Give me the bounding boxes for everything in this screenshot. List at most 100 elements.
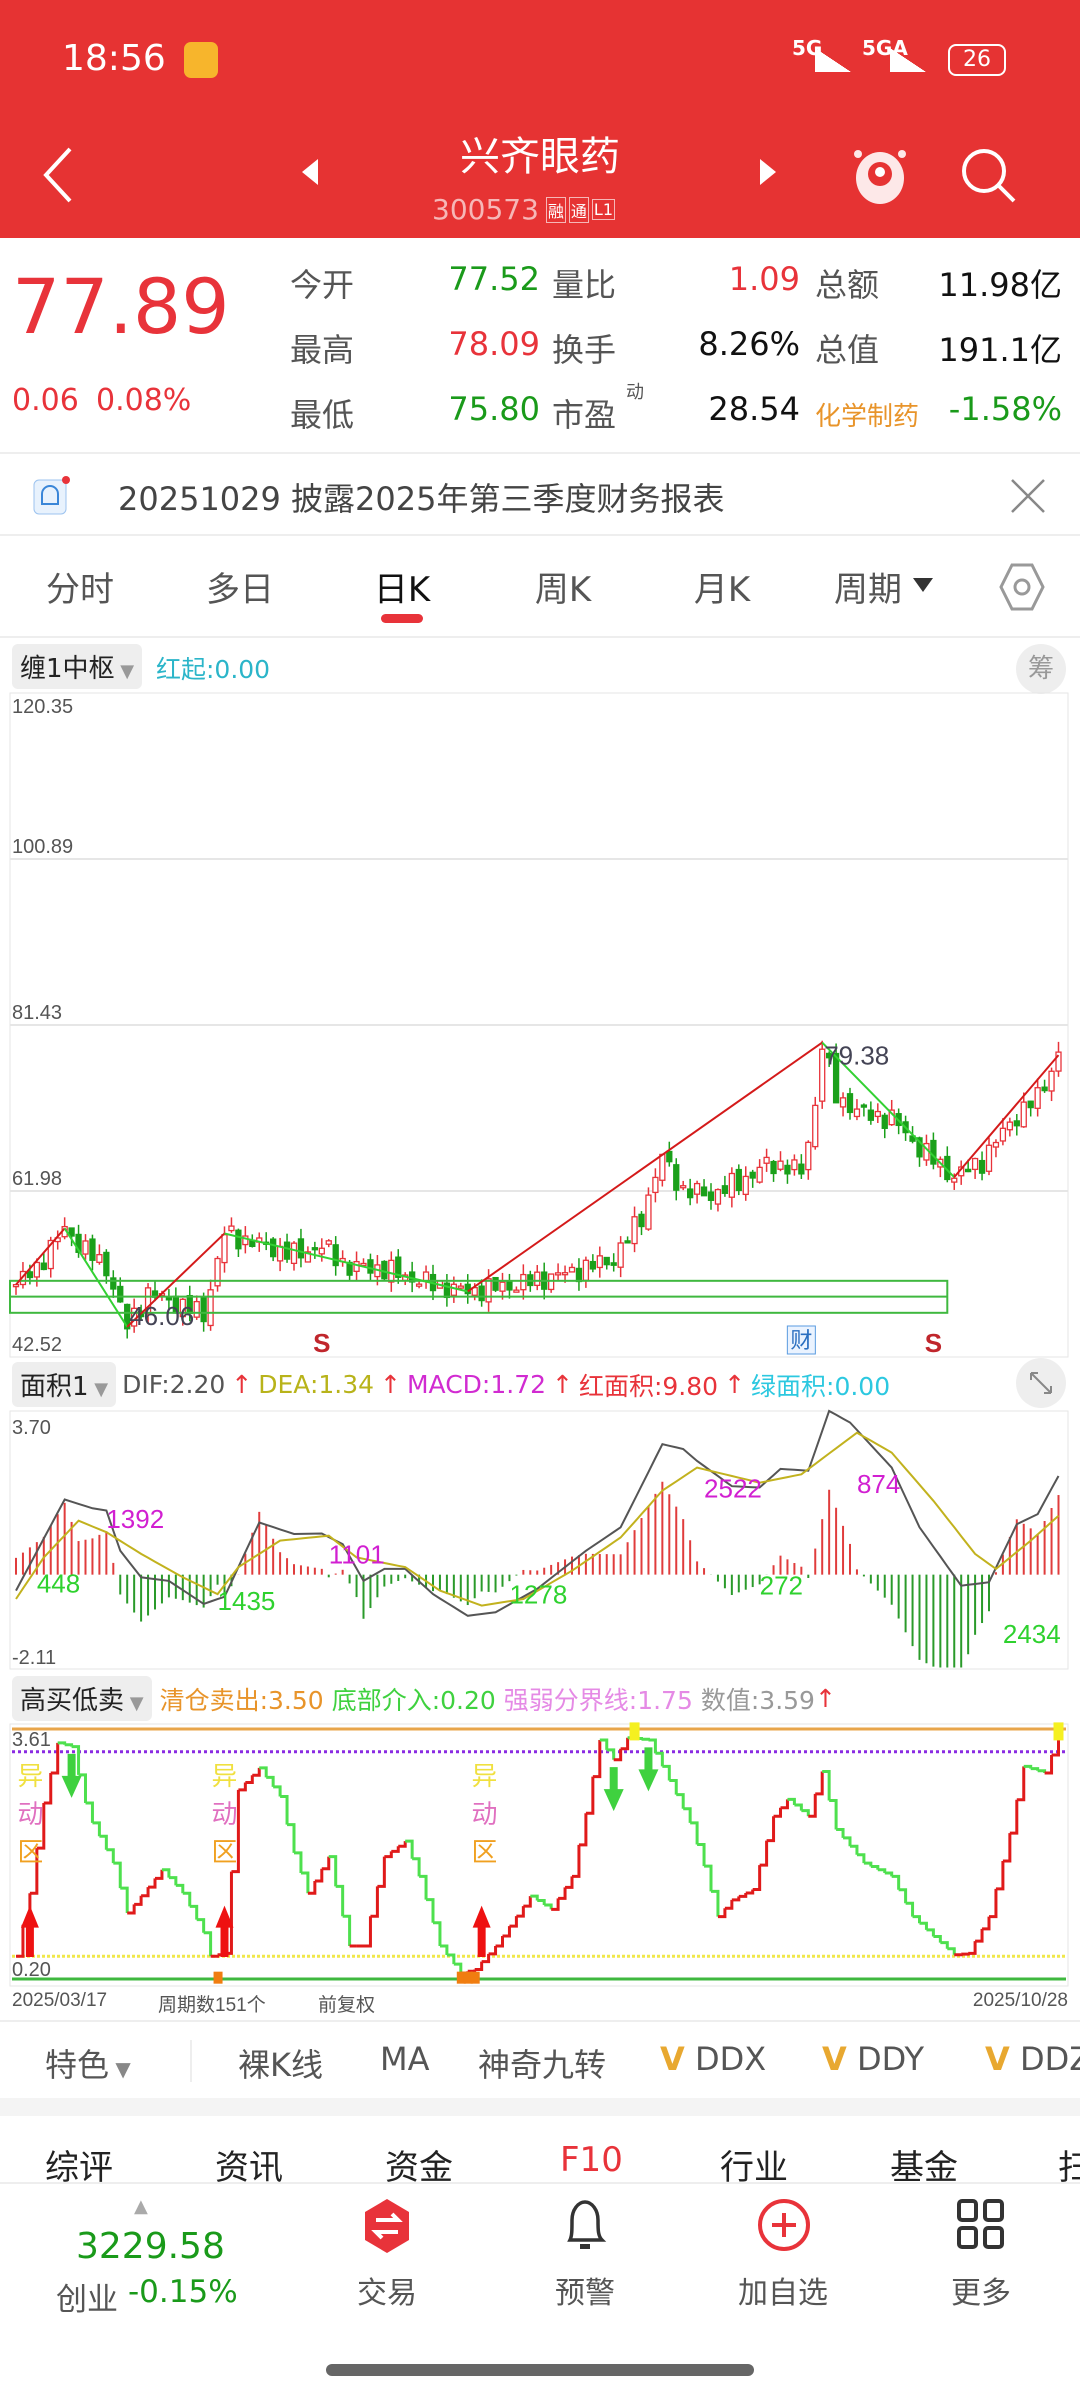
candle-body xyxy=(874,1110,881,1118)
pe-value: 28.54 xyxy=(708,390,800,428)
add-watchlist-icon[interactable] xyxy=(757,2198,811,2252)
trough-label: 46.06 xyxy=(129,1301,194,1331)
tab-intraday[interactable]: 分时 xyxy=(46,562,114,611)
candle-body xyxy=(228,1225,235,1232)
step-line-segment xyxy=(829,1798,838,1830)
price-chart[interactable]: 120.35 100.89 81.43 61.98 42.52 79.38 46.06 S 财 S xyxy=(0,690,1080,1360)
robot-assistant-icon[interactable] xyxy=(850,138,910,208)
signal-marker-s: S xyxy=(925,1328,942,1358)
expand-icon[interactable] xyxy=(1016,1358,1066,1408)
settings-icon[interactable] xyxy=(998,562,1046,612)
step-line-segment xyxy=(1030,1767,1040,1771)
tab-f10[interactable]: F10 xyxy=(560,2140,623,2180)
tab-industry[interactable]: 行业 xyxy=(720,2140,788,2182)
candle-body xyxy=(687,1188,694,1199)
step-line-segment xyxy=(287,1823,296,1853)
candle-body xyxy=(96,1253,103,1263)
period-count: 周期数151个 xyxy=(158,1995,266,2016)
sub-indicator-chart[interactable]: 3.61 0.20 xyxy=(0,1722,1080,1988)
step-line-segment xyxy=(738,1892,748,1898)
industry-link[interactable]: 化学制药 xyxy=(815,396,919,433)
candle-body xyxy=(666,1150,673,1163)
candle-body xyxy=(742,1175,749,1196)
step-line-segment xyxy=(16,1924,25,1958)
market-cap-label: 总值 xyxy=(815,331,880,369)
tab-fund[interactable]: 基金 xyxy=(890,2140,958,2182)
low-value: 75.80 xyxy=(448,390,540,428)
step-line-segment xyxy=(662,1764,671,1781)
zigzag-stroke xyxy=(953,1054,1060,1178)
step-line-segment xyxy=(655,1751,664,1767)
sub-indicator-header: 高买低卖 ▼ 清仓卖出:3.50 底部介入:0.20 强弱分界线:1.75 数值… xyxy=(12,1676,836,1721)
prev-stock-icon[interactable] xyxy=(300,157,320,187)
step-line-segment xyxy=(474,1961,484,1971)
candle-body xyxy=(235,1229,242,1250)
candle-body xyxy=(207,1289,214,1327)
last-price: 77.89 xyxy=(12,262,230,351)
candle-body xyxy=(881,1114,888,1129)
candle-body xyxy=(381,1260,388,1280)
feature-ddy[interactable]: V DDY xyxy=(822,2040,924,2078)
candle-body xyxy=(652,1176,659,1194)
bell-icon[interactable] xyxy=(562,2196,608,2254)
candle-body xyxy=(82,1240,89,1255)
tab-overview[interactable]: 综评 xyxy=(45,2140,113,2182)
step-line-segment xyxy=(175,1883,185,1894)
peak-label: 79.38 xyxy=(824,1041,889,1071)
tab-more[interactable]: 扫 xyxy=(1058,2140,1080,2182)
step-line-segment xyxy=(1016,1766,1026,1802)
tab-period[interactable]: 周期 xyxy=(834,562,902,611)
tab-daily-k[interactable]: 日K xyxy=(374,562,430,611)
candle-body xyxy=(867,1109,874,1121)
macd-indicator-select[interactable]: 面积1 ▼ xyxy=(12,1362,117,1407)
home-indicator[interactable] xyxy=(326,2364,754,2376)
step-line-segment xyxy=(773,1807,782,1818)
feature-ddz[interactable]: V DDZ xyxy=(985,2040,1080,2078)
step-line-segment xyxy=(377,1856,386,1888)
candle-body xyxy=(89,1238,96,1261)
step-line-segment xyxy=(863,1861,873,1867)
nav-add-watchlist[interactable]: 加自选 xyxy=(738,2268,828,2312)
nav-trade[interactable]: 交易 xyxy=(357,2268,417,2312)
chip-distribution-button[interactable]: 筹 xyxy=(1016,644,1066,694)
step-line-segment xyxy=(196,1918,206,1933)
step-line-segment xyxy=(704,1864,713,1892)
candle-body xyxy=(12,1284,20,1288)
feature-ddx-label: DDX xyxy=(694,2040,767,2078)
feature-menu[interactable]: 特色 ▼ xyxy=(45,2040,131,2086)
main-indicator-name: 缠1中枢 xyxy=(20,654,115,684)
more-grid-icon[interactable] xyxy=(956,2198,1006,2250)
open-label: 今开 xyxy=(290,266,355,304)
candle-body xyxy=(700,1186,708,1197)
index-ticker[interactable]: ▲ 3229.58 创业 -0.15% xyxy=(20,2190,270,2320)
step-line-segment xyxy=(905,1901,915,1917)
search-icon[interactable] xyxy=(958,145,1018,205)
candle-body xyxy=(596,1255,603,1269)
candle-body xyxy=(645,1194,652,1230)
sub-indicator-select[interactable]: 高买低卖 ▼ xyxy=(12,1676,152,1721)
feature-naked-k[interactable]: 裸K线 xyxy=(238,2040,323,2086)
tab-funds[interactable]: 资金 xyxy=(385,2140,453,2182)
candle-body xyxy=(513,1289,520,1293)
next-stock-icon[interactable] xyxy=(758,157,778,187)
step-line-segment xyxy=(724,1899,734,1910)
candle-body xyxy=(582,1259,590,1281)
tab-news[interactable]: 资讯 xyxy=(215,2140,283,2182)
trade-icon[interactable] xyxy=(362,2198,412,2254)
tab-multi-day[interactable]: 多日 xyxy=(206,562,274,611)
feature-ddx[interactable]: V DDX xyxy=(660,2040,766,2078)
tab-weekly-k[interactable]: 周K xyxy=(535,562,591,611)
close-icon[interactable] xyxy=(1010,478,1046,514)
main-indicator-select[interactable]: 缠1中枢 ▼ xyxy=(12,644,143,689)
feature-magic-nine[interactable]: 神奇九转 xyxy=(478,2040,606,2086)
nav-more[interactable]: 更多 xyxy=(951,2268,1011,2312)
back-icon[interactable] xyxy=(40,145,76,205)
feature-ma[interactable]: MA xyxy=(380,2040,430,2078)
nav-alert[interactable]: 预警 xyxy=(555,2268,615,2312)
step-line-segment xyxy=(780,1799,789,1810)
candle-body xyxy=(624,1240,631,1244)
macd-chart[interactable]: 3.70 -2.11 448 1392 1435 1101 1278 2522 272 874 24… xyxy=(0,1408,1080,1672)
step-line-segment xyxy=(50,1742,60,1775)
notice-bar[interactable]: 20251029 披露2025年第三季度财务报表 xyxy=(0,452,1080,536)
tab-monthly-k[interactable]: 月K xyxy=(694,562,750,611)
